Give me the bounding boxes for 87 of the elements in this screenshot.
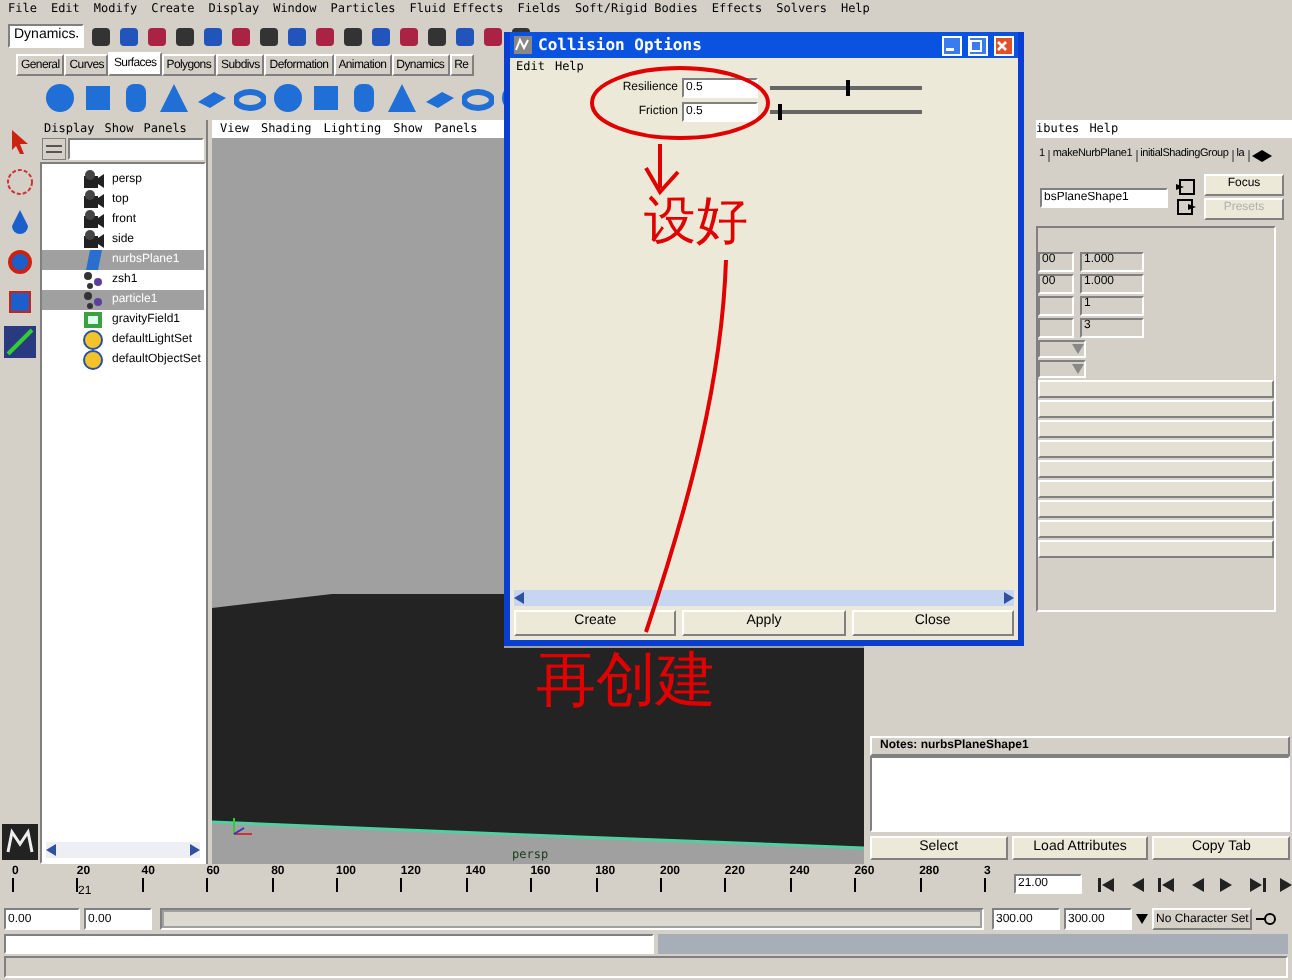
tool-icon[interactable] — [118, 25, 140, 47]
value-field[interactable] — [1038, 318, 1074, 338]
horizontal-scrollbar[interactable] — [46, 842, 200, 858]
tool-icon[interactable] — [370, 25, 392, 47]
tool-icon[interactable] — [426, 25, 448, 47]
cone-icon[interactable] — [386, 82, 418, 114]
cube-icon[interactable] — [310, 82, 342, 114]
close-button[interactable] — [994, 35, 1014, 55]
attribute-section-bar[interactable] — [1038, 460, 1274, 478]
tool-icon[interactable] — [342, 25, 364, 47]
command-field[interactable] — [4, 934, 654, 954]
dropdown-field[interactable] — [1038, 360, 1086, 378]
camera-icon — [82, 230, 104, 250]
handwritten-note: 再创建 — [536, 652, 716, 712]
save-icon[interactable] — [1176, 198, 1196, 216]
tool-icon[interactable] — [202, 25, 224, 47]
scroll-left-icon[interactable] — [46, 844, 56, 856]
camera-icon — [82, 170, 104, 190]
minimize-button[interactable] — [942, 35, 962, 55]
step-forward-icon[interactable] — [1248, 875, 1266, 893]
dialog-title: Collision Options — [538, 37, 704, 53]
axis-icon — [228, 816, 256, 840]
dropdown-field[interactable] — [1038, 340, 1086, 358]
step-back-key-icon[interactable] — [1128, 875, 1146, 893]
attribute-section-bar[interactable] — [1038, 540, 1274, 558]
filter-field[interactable] — [68, 138, 204, 160]
cone-icon[interactable] — [158, 82, 190, 114]
tool-icon[interactable] — [174, 25, 196, 47]
step-forward-key-icon[interactable] — [1278, 875, 1292, 893]
set-icon — [82, 350, 104, 370]
maximize-icon — [970, 39, 982, 51]
cylinder-icon[interactable] — [348, 82, 380, 114]
dropdown-arrow-icon[interactable] — [1136, 914, 1148, 924]
field-icon — [82, 310, 104, 330]
filter-icon[interactable] — [42, 138, 66, 160]
notes-field[interactable] — [870, 756, 1290, 832]
tool-icon[interactable] — [230, 25, 252, 47]
maximize-button[interactable] — [968, 35, 988, 55]
sphere-icon[interactable] — [44, 82, 76, 114]
camera-icon — [82, 210, 104, 230]
app-icon — [514, 36, 532, 54]
load-icon[interactable] — [1176, 178, 1196, 196]
tool-icon[interactable] — [90, 25, 112, 47]
play-icon[interactable] — [1218, 875, 1236, 893]
value-field[interactable] — [1038, 296, 1074, 316]
move-icon[interactable] — [4, 246, 36, 278]
attribute-section-bar[interactable] — [1038, 520, 1274, 538]
attribute-section-bar[interactable] — [1038, 500, 1274, 518]
maya-logo-drawing — [2, 824, 38, 860]
scroll-right-icon[interactable] — [1004, 592, 1014, 604]
scroll-right-icon[interactable] — [190, 844, 200, 856]
handwritten-note: 设好 — [644, 196, 748, 248]
tool-icon[interactable] — [482, 25, 504, 47]
attribute-section-bar[interactable] — [1038, 380, 1274, 398]
key-icon[interactable] — [1256, 912, 1277, 926]
rotate-icon[interactable] — [4, 286, 36, 318]
tool-icon[interactable] — [398, 25, 420, 47]
attribute-section-bar[interactable] — [1038, 440, 1274, 458]
play-back-icon[interactable] — [1188, 875, 1206, 893]
close-icon — [996, 39, 1008, 51]
cube-icon[interactable] — [82, 82, 114, 114]
slider-thumb[interactable] — [777, 104, 782, 120]
sphere-icon[interactable] — [272, 82, 304, 114]
attribute-section-bar[interactable] — [1038, 400, 1274, 418]
slider-track[interactable] — [770, 104, 922, 120]
tab-scroll-right-icon[interactable] — [1261, 150, 1272, 162]
lasso-icon[interactable] — [4, 166, 36, 198]
step-back-icon[interactable] — [1158, 875, 1176, 893]
slider-track[interactable] — [770, 80, 922, 96]
tab-scroll-left-icon[interactable] — [1251, 150, 1262, 162]
particle-icon — [82, 290, 104, 310]
tool-icon[interactable] — [146, 25, 168, 47]
scale-icon[interactable] — [4, 326, 36, 358]
horizontal-scrollbar[interactable] — [514, 590, 1014, 606]
attribute-section-bar[interactable] — [1038, 420, 1274, 438]
tool-icon[interactable] — [314, 25, 336, 47]
tool-icon[interactable] — [454, 25, 476, 47]
scroll-left-icon[interactable] — [514, 592, 524, 604]
camera-icon — [82, 190, 104, 210]
tool-icon[interactable] — [258, 25, 280, 47]
tool-icon[interactable] — [286, 25, 308, 47]
particle-icon — [82, 270, 104, 290]
surface-icon — [82, 250, 104, 270]
cylinder-icon[interactable] — [120, 82, 152, 114]
skip-start-icon[interactable] — [1098, 875, 1116, 893]
set-icon — [82, 330, 104, 350]
attribute-section-bar[interactable] — [1038, 480, 1274, 498]
